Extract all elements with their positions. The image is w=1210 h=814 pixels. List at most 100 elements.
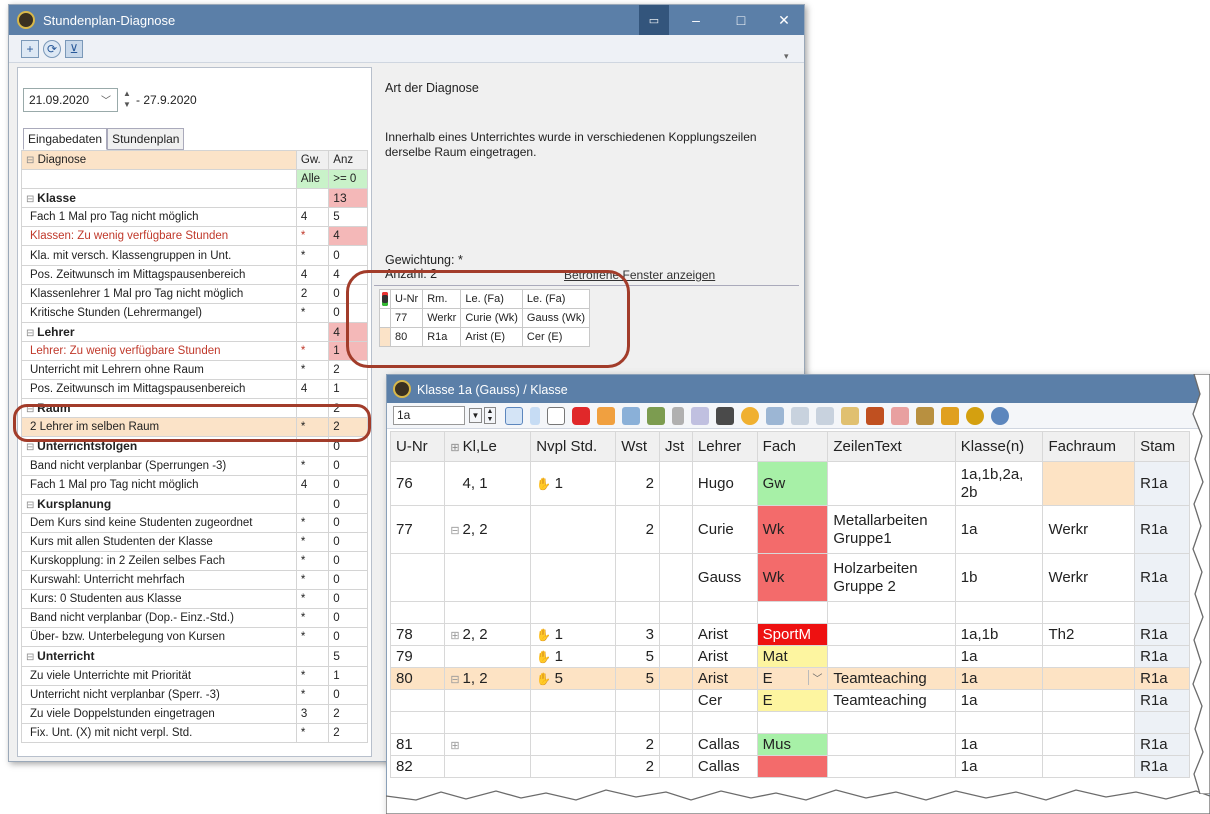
diagnosis-row[interactable]: Fach 1 Mal pro Tag nicht möglich 4 5 xyxy=(21,207,368,228)
minimize-button[interactable]: – xyxy=(676,5,716,35)
lesson-row[interactable]: 82 2 Callas 1a R1a xyxy=(390,755,1190,778)
grid-header-cell[interactable]: Lehrer xyxy=(691,431,758,462)
lesson-row[interactable]: 79 ✋ 1 5 Arist Mat 1a R1a xyxy=(390,645,1190,668)
diagnosis-group-row[interactable]: ⊟ Unterricht 5 xyxy=(21,646,368,667)
expand-icon[interactable]: + xyxy=(21,40,39,58)
title-bar[interactable]: Stundenplan-Diagnose ▭ – □ ✕ xyxy=(9,5,804,35)
chevron-down-icon[interactable]: ▼ xyxy=(469,408,482,423)
diagnosis-group-row[interactable]: ⊟ Klasse 13 xyxy=(21,188,368,209)
chevron-down-icon[interactable]: ﹀ xyxy=(101,92,111,107)
diagnosis-row[interactable]: Klassenlehrer 1 Mal pro Tag nicht möglic… xyxy=(21,283,368,304)
diagnosis-row[interactable]: Pos. Zeitwunsch im Mittagspausenbereich 4… xyxy=(21,379,368,400)
settings-icon[interactable] xyxy=(916,407,934,425)
grid-header-cell[interactable]: Nvpl Std. xyxy=(530,431,617,462)
diagnosis-row[interactable]: Zu viele Doppelstunden eingetragen 3 2 xyxy=(21,703,368,724)
diagnosis-row[interactable]: Kritische Stunden (Lehrermangel) * 0 xyxy=(21,302,368,323)
date-picker[interactable]: 21.09.2020 ﹀ xyxy=(23,88,118,112)
grid-header-cell[interactable]: Fachraum xyxy=(1042,431,1136,462)
diagnosis-row[interactable]: Über- bzw. Unterbelegung von Kursen * 0 xyxy=(21,627,368,648)
diagnosis-row[interactable]: Lehrer: Zu wenig verfügbare Stunden * 1 xyxy=(21,340,368,362)
diagnosis-row[interactable]: Band nicht verplanbar (Sperrungen -3) * 0 xyxy=(21,455,368,476)
diagnosis-row[interactable]: Band nicht verplanbar (Dop.- Einz.-Std.)… xyxy=(21,608,368,629)
lesson-row[interactable]: 80 ⊟ 1, 2 ✋ 5 5 Arist E ﹀ Teamteaching 1a R1a xyxy=(390,667,1190,690)
refresh-icon[interactable] xyxy=(991,407,1009,425)
lesson-cell-fach[interactable]: E ﹀ xyxy=(756,667,829,690)
calendar-icon[interactable] xyxy=(766,407,784,425)
link-icon[interactable] xyxy=(672,407,684,425)
refresh-icon[interactable]: ⟳ xyxy=(43,40,61,58)
grid-header-cell[interactable]: ⊞ Kl,Le xyxy=(444,431,532,462)
diagnosis-row[interactable]: Unterricht nicht verplanbar (Sperr. -3) *… xyxy=(21,684,368,705)
grid-header-cell[interactable]: Jst xyxy=(659,431,693,462)
lesson-row[interactable]: 77 ⊟ 2, 2 2 Curie Wk Metallarbeiten Gruppe1 1a W… xyxy=(390,505,1190,554)
lesson-row[interactable]: 76⊞4, 1✋ 12HugoGw1a,1b,2a, 2bR1a xyxy=(390,461,1190,506)
collapse-icon[interactable]: ⊟ xyxy=(450,525,459,537)
diagnosis-row[interactable]: Zu viele Unterrichte mit Priorität * 1 xyxy=(21,665,368,686)
teacher-icon[interactable] xyxy=(716,407,734,425)
grid-icon[interactable] xyxy=(791,407,809,425)
lesson-row[interactable] xyxy=(390,601,1190,624)
header-diagnose[interactable]: ⊟ Diagnose xyxy=(21,149,297,171)
copy-icon[interactable] xyxy=(866,407,884,425)
grid-header-cell[interactable]: Klasse(n) xyxy=(954,431,1044,462)
collapse-icon[interactable]: ⊟ xyxy=(26,155,34,166)
tab-eingabedaten[interactable]: Eingabedaten xyxy=(23,128,108,150)
diagnosis-row[interactable]: Klassen: Zu wenig verfügbare Stunden * 4 xyxy=(21,226,368,247)
diagnosis-row[interactable]: Fix. Unt. (X) mit nicht verpl. Std. * 2 xyxy=(21,722,368,743)
chevron-down-icon[interactable]: ﹀ xyxy=(808,670,822,685)
people-icon[interactable] xyxy=(841,407,859,425)
diagnosis-row[interactable]: Kurs mit allen Studenten der Klasse * 0 xyxy=(21,531,368,552)
gear-icon[interactable] xyxy=(966,407,984,425)
grid-header-cell[interactable]: ZeilenText xyxy=(827,431,956,462)
maximize-button[interactable]: □ xyxy=(721,5,761,35)
diagnosis-row[interactable]: Kurswahl: Unterricht mehrfach * 0 xyxy=(21,570,368,591)
collapse-icon[interactable]: ⊟ xyxy=(26,194,37,205)
new-icon[interactable] xyxy=(547,407,565,425)
diagnosis-row[interactable]: Fach 1 Mal pro Tag nicht möglich 4 0 xyxy=(21,474,368,495)
collapse-icon[interactable]: ⊟ xyxy=(450,674,459,686)
header-anz[interactable]: Anz xyxy=(328,149,368,171)
collapse-icon[interactable]: ⊟ xyxy=(26,442,37,453)
close-button[interactable]: ✕ xyxy=(764,5,804,35)
diagnosis-row[interactable]: Kurskopplung: in 2 Zeilen selbes Fach * 0 xyxy=(21,550,368,572)
list-icon[interactable] xyxy=(530,407,540,425)
filter-icon[interactable]: ⊻ xyxy=(65,40,83,58)
clock-icon[interactable] xyxy=(741,407,759,425)
columns-icon[interactable] xyxy=(816,407,834,425)
spinner-icon[interactable]: ▲ ▼ xyxy=(484,407,496,424)
print-icon[interactable] xyxy=(891,407,909,425)
grid-header-cell[interactable]: Wst xyxy=(615,431,660,462)
delete-icon[interactable] xyxy=(572,407,590,425)
sort-icon[interactable] xyxy=(647,407,665,425)
header-gw[interactable]: Gw. xyxy=(295,149,330,171)
dropdown-arrow-icon[interactable]: ▾ xyxy=(784,51,789,62)
filter-gw[interactable]: Alle xyxy=(295,169,330,190)
date-spinner[interactable]: ▲ ▼ xyxy=(121,88,133,112)
diagnosis-row[interactable]: Kla. mit versch. Klassengruppen in Unt. *… xyxy=(21,245,368,266)
grid-header-cell[interactable]: Fach xyxy=(756,431,829,462)
restore-icon[interactable]: ▭ xyxy=(639,5,669,35)
diagnosis-group-row[interactable]: ⊟ Kursplanung 0 xyxy=(21,493,368,514)
lesson-row[interactable]: Gauss Wk Holzarbeiten Gruppe 2 1b Werkr R1a xyxy=(390,553,1190,602)
collapse-icon[interactable]: ⊟ xyxy=(26,328,37,339)
grid-header-cell[interactable]: Stam xyxy=(1134,431,1190,462)
expand-icon[interactable] xyxy=(505,407,523,425)
tab-stundenplan[interactable]: Stundenplan xyxy=(107,128,185,150)
lesson-row[interactable]: 81 ⊞ 2 Callas Mus 1a R1a xyxy=(390,733,1190,756)
collapse-icon[interactable]: ⊟ xyxy=(26,652,37,663)
wand-icon[interactable] xyxy=(691,407,709,425)
filter-icon[interactable] xyxy=(622,407,640,425)
diagnosis-row[interactable]: Kurs: 0 Studenten aus Klasse * 0 xyxy=(21,589,368,610)
grid-header-cell[interactable]: U-Nr xyxy=(390,431,446,462)
expand-icon[interactable]: ⊞ xyxy=(450,630,459,642)
diagnosis-row[interactable]: Unterricht mit Lehrern ohne Raum * 2 xyxy=(21,360,368,381)
lesson-row[interactable]: Cer E Teamteaching 1a R1a xyxy=(390,689,1190,712)
diagnosis-group-row[interactable]: ⊟ Lehrer 4 xyxy=(21,321,368,342)
diagnosis-row[interactable]: Pos. Zeitwunsch im Mittagspausenbereich 4… xyxy=(21,264,368,285)
class-title-bar[interactable]: Klasse 1a (Gauss) / Klasse xyxy=(387,375,1209,403)
collapse-icon[interactable]: ⊟ xyxy=(26,500,37,511)
expand-icon[interactable]: ⊞ xyxy=(450,442,462,454)
expand-icon[interactable]: ⊞ xyxy=(450,740,459,752)
export-icon[interactable] xyxy=(941,407,959,425)
diagnosis-row[interactable]: Dem Kurs sind keine Studenten zugeordnet… xyxy=(21,512,368,533)
